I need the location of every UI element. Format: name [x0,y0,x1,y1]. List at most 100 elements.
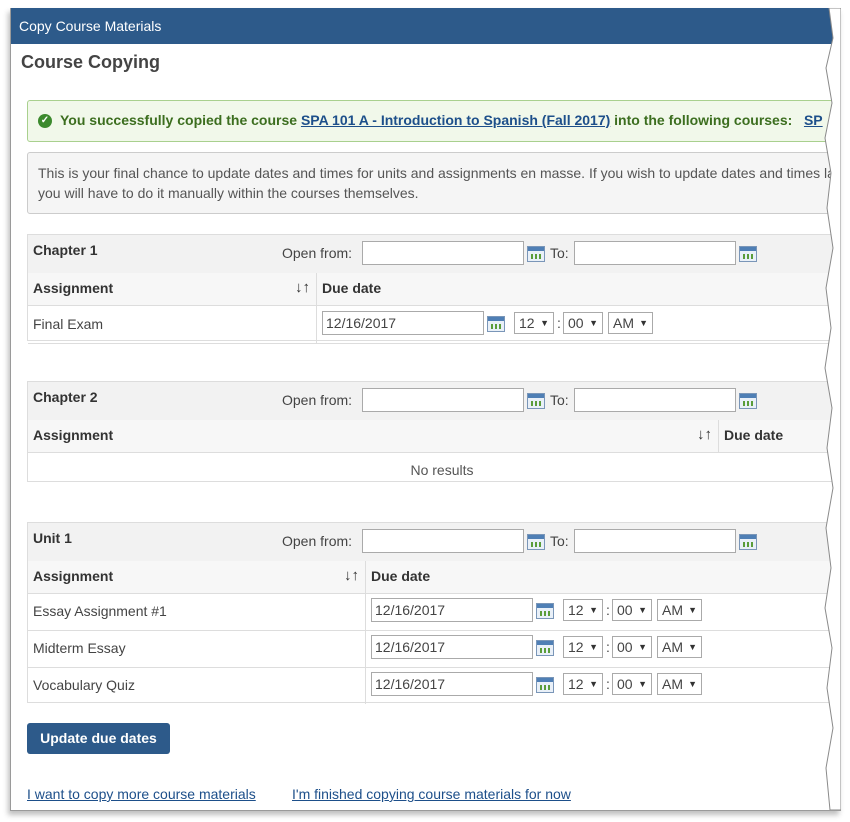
open-from-label: Open from: [282,533,353,549]
calendar-icon[interactable] [527,393,545,409]
target-course-link[interactable]: SP [804,112,823,128]
time-separator: : [606,639,610,655]
hour-select[interactable]: 12 ▼ [514,312,554,334]
success-message: You successfully copied the course SPA 1… [60,112,823,128]
to-label: To: [550,533,569,549]
section-header: Chapter 2 Open from: To: [28,382,841,421]
due-date-input[interactable]: 12/16/2017 [322,311,484,335]
due-date-input[interactable]: 12/16/2017 [371,598,533,622]
column-header: Assignment ↓↑ Due date [28,561,841,594]
due-date-column-header: Due date [371,568,431,584]
calendar-icon[interactable] [527,534,545,550]
calendar-icon[interactable] [536,603,554,619]
table-row: Vocabulary Quiz 12/16/2017 12 ▼ : 00 ▼ AM ▼ [28,667,841,704]
dropdown-arrow-icon: ▼ [688,642,697,652]
open-from-label: Open from: [282,392,353,408]
calendar-icon[interactable] [739,393,757,409]
success-alert: ✓ You successfully copied the course SPA… [27,100,841,142]
assignment-name: Final Exam [33,316,104,332]
section-title: Unit 1 [33,530,72,546]
finished-copying-link[interactable]: I'm finished copying course materials fo… [292,786,571,802]
column-divider [316,273,317,305]
sort-icon[interactable]: ↓↑ [697,426,712,443]
ampm-select[interactable]: AM ▼ [657,599,702,621]
assignment-column-header[interactable]: Assignment [33,280,113,296]
open-from-input[interactable] [362,241,524,265]
calendar-icon[interactable] [536,677,554,693]
update-due-dates-button[interactable]: Update due dates [27,723,170,754]
dropdown-arrow-icon: ▼ [639,318,648,328]
dropdown-arrow-icon: ▼ [638,679,647,689]
assignment-column-header[interactable]: Assignment [33,427,113,443]
minute-select[interactable]: 00 ▼ [612,673,652,695]
hour-select[interactable]: 12 ▼ [563,673,603,695]
page-title: Course Copying [21,52,161,72]
dropdown-arrow-icon: ▼ [638,642,647,652]
due-date-column-header: Due date [322,280,382,296]
table-row: Midterm Essay 12/16/2017 12 ▼ : 00 ▼ AM ▼ [28,630,841,668]
assignment-name: Vocabulary Quiz [33,677,135,693]
app-window: Copy Course Materials Course Copying ✓ Y… [10,8,841,811]
dropdown-arrow-icon: ▼ [589,679,598,689]
ampm-select[interactable]: AM ▼ [657,673,702,695]
table-row: Final Exam 12/16/2017 12 ▼ : 00 ▼ AM ▼ [28,306,841,344]
assignment-name: Essay Assignment #1 [33,603,167,619]
sort-icon[interactable]: ↓↑ [344,567,359,584]
column-header: Assignment ↓↑ Due date [28,273,841,306]
section-title: Chapter 1 [33,242,98,258]
to-label: To: [550,392,569,408]
hour-select[interactable]: 12 ▼ [563,636,603,658]
calendar-icon[interactable] [527,246,545,262]
check-circle-icon: ✓ [38,114,52,128]
no-results-text: No results [410,462,474,478]
to-input[interactable] [574,529,736,553]
column-divider [365,561,366,593]
due-date-input[interactable]: 12/16/2017 [371,635,533,659]
section-unit-1: Unit 1 Open from: To: Assignment ↓↑ Due … [27,522,841,704]
sort-icon[interactable]: ↓↑ [295,279,310,296]
assignment-name: Midterm Essay [33,640,126,656]
due-date-input[interactable]: 12/16/2017 [371,672,533,696]
open-from-input[interactable] [362,529,524,553]
column-divider [365,667,366,704]
assignment-column-header[interactable]: Assignment [33,568,113,584]
torn-edge [824,8,841,810]
ampm-select[interactable]: AM ▼ [608,312,653,334]
column-divider [316,306,317,343]
time-separator: : [606,602,610,618]
due-date-column-header: Due date [724,427,784,443]
calendar-icon[interactable] [739,246,757,262]
column-divider [365,630,366,667]
open-from-input[interactable] [362,388,524,412]
dropdown-arrow-icon: ▼ [589,318,598,328]
minute-select[interactable]: 00 ▼ [612,636,652,658]
info-notice: This is your final chance to update date… [27,152,841,214]
calendar-icon[interactable] [536,640,554,656]
calendar-icon[interactable] [739,534,757,550]
hour-select[interactable]: 12 ▼ [563,599,603,621]
to-input[interactable] [574,388,736,412]
ampm-select[interactable]: AM ▼ [657,636,702,658]
column-divider [365,593,366,630]
section-header: Unit 1 Open from: To: [28,523,841,562]
open-from-label: Open from: [282,245,353,261]
to-input[interactable] [574,241,736,265]
column-divider [718,420,719,452]
info-text: This is your final chance to update date… [38,165,841,201]
dropdown-arrow-icon: ▼ [688,605,697,615]
to-label: To: [550,245,569,261]
column-header: Assignment ↓↑ Due date [28,420,841,453]
dropdown-arrow-icon: ▼ [638,605,647,615]
dropdown-arrow-icon: ▼ [589,605,598,615]
section-chapter-1: Chapter 1 Open from: To: Assignment ↓↑ D… [27,234,841,344]
source-course-link[interactable]: SPA 101 A - Introduction to Spanish (Fal… [301,112,610,128]
calendar-icon[interactable] [487,316,505,332]
minute-select[interactable]: 00 ▼ [612,599,652,621]
copy-more-link[interactable]: I want to copy more course materials [27,786,256,802]
title-bar: Copy Course Materials [11,8,841,44]
section-header: Chapter 1 Open from: To: [28,235,841,274]
table-row: Essay Assignment #1 12/16/2017 12 ▼ : 00 ▼… [28,593,841,631]
time-separator: : [606,676,610,692]
minute-select[interactable]: 00 ▼ [563,312,603,334]
time-separator: : [557,315,561,331]
